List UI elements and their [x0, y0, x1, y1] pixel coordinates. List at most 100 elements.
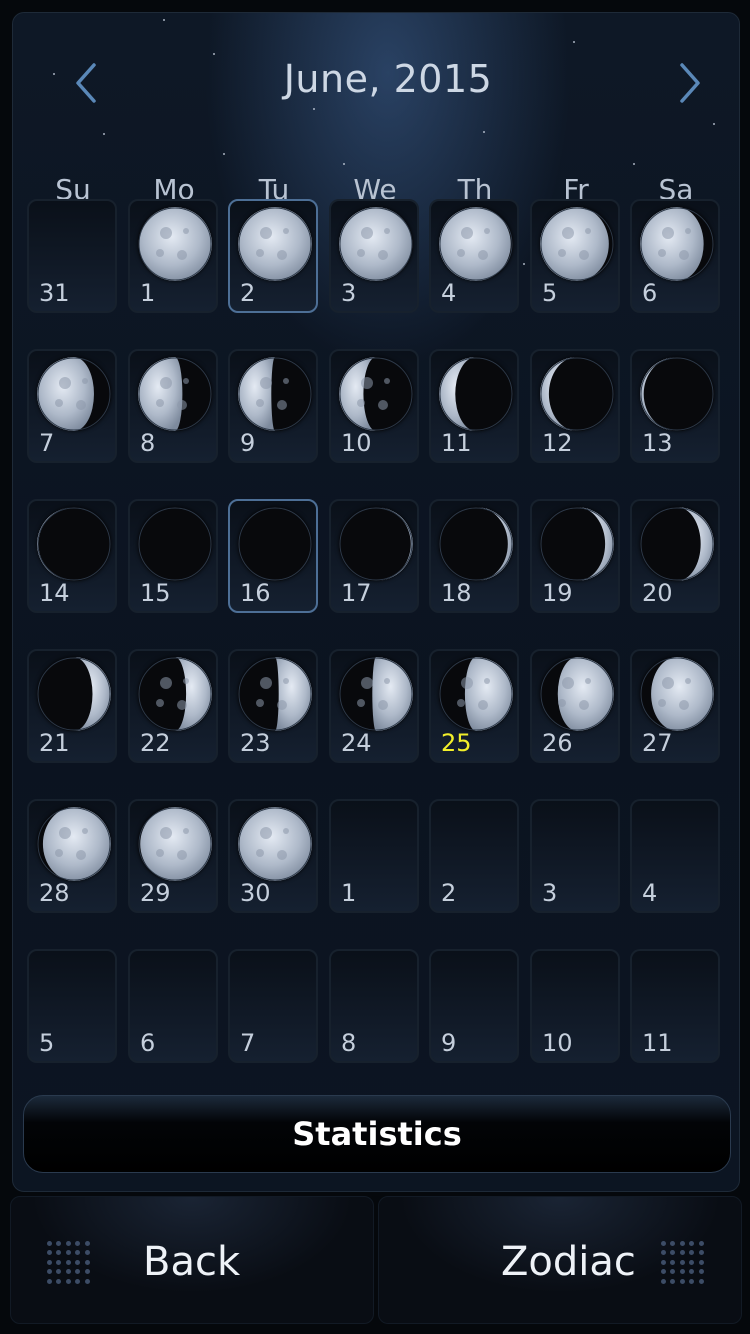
moon-phase-icon — [640, 507, 714, 581]
next-month-button[interactable] — [665, 53, 715, 113]
day-number: 21 — [39, 729, 70, 757]
zodiac-label: Zodiac — [501, 1239, 636, 1285]
day-number: 23 — [240, 729, 271, 757]
day-number: 28 — [39, 879, 70, 907]
moon-phase-icon — [238, 207, 312, 281]
moon-phase-icon — [540, 657, 614, 731]
chevron-right-icon — [680, 63, 700, 103]
day-number: 13 — [642, 429, 673, 457]
moon-phase-icon — [439, 657, 513, 731]
day-cell[interactable]: 8 — [128, 349, 218, 463]
day-number: 5 — [39, 1029, 55, 1057]
day-cell[interactable]: 10 — [329, 349, 419, 463]
day-cell[interactable]: 15 — [128, 499, 218, 613]
day-number: 7 — [240, 1029, 256, 1057]
day-number: 4 — [441, 279, 457, 307]
moon-phase-icon — [439, 207, 513, 281]
day-cell[interactable]: 24 — [329, 649, 419, 763]
day-cell[interactable]: 27 — [630, 649, 720, 763]
moon-phase-icon — [339, 657, 413, 731]
day-cell[interactable]: 6 — [128, 949, 218, 1063]
day-cell[interactable]: 6 — [630, 199, 720, 313]
day-cell[interactable]: 29 — [128, 799, 218, 913]
moon-phase-icon — [138, 657, 212, 731]
day-number: 4 — [642, 879, 658, 907]
day-cell[interactable]: 28 — [27, 799, 117, 913]
day-cell[interactable]: 4 — [630, 799, 720, 913]
day-cell[interactable]: 20 — [630, 499, 720, 613]
moon-phase-icon — [339, 207, 413, 281]
day-cell[interactable]: 16 — [228, 499, 318, 613]
moon-phase-icon — [439, 357, 513, 431]
moon-phase-icon — [540, 507, 614, 581]
day-number: 15 — [140, 579, 171, 607]
day-number: 11 — [642, 1029, 673, 1057]
moon-phase-icon — [138, 807, 212, 881]
day-number: 6 — [642, 279, 658, 307]
day-cell[interactable]: 8 — [329, 949, 419, 1063]
day-number: 25 — [441, 729, 472, 757]
day-cell[interactable]: 3 — [329, 199, 419, 313]
day-cell[interactable]: 11 — [429, 349, 519, 463]
day-cell[interactable]: 5 — [530, 199, 620, 313]
previous-month-button[interactable] — [61, 53, 111, 113]
day-cell[interactable]: 9 — [228, 349, 318, 463]
zodiac-button[interactable]: Zodiac — [378, 1196, 742, 1324]
day-cell[interactable]: 11 — [630, 949, 720, 1063]
day-cell[interactable]: 14 — [27, 499, 117, 613]
day-cell[interactable]: 18 — [429, 499, 519, 613]
day-number: 6 — [140, 1029, 156, 1057]
moon-phase-icon — [138, 357, 212, 431]
moon-phase-icon — [640, 657, 714, 731]
day-cell[interactable]: 25 — [429, 649, 519, 763]
day-cell[interactable]: 22 — [128, 649, 218, 763]
day-cell[interactable]: 1 — [128, 199, 218, 313]
calendar-panel: June, 2015 Su Mo Tu We Th Fr Sa 31 1 2 3… — [12, 12, 740, 1192]
moon-phase-icon — [640, 357, 714, 431]
day-cell[interactable]: 4 — [429, 199, 519, 313]
day-cell[interactable]: 5 — [27, 949, 117, 1063]
day-number: 18 — [441, 579, 472, 607]
day-cell[interactable]: 2 — [228, 199, 318, 313]
month-title: June, 2015 — [283, 57, 493, 101]
day-cell[interactable]: 7 — [228, 949, 318, 1063]
moon-phase-icon — [439, 507, 513, 581]
day-cell[interactable]: 26 — [530, 649, 620, 763]
moon-phase-icon — [339, 357, 413, 431]
day-cell[interactable]: 31 — [27, 199, 117, 313]
day-cell[interactable]: 21 — [27, 649, 117, 763]
day-number: 11 — [441, 429, 472, 457]
day-number: 27 — [642, 729, 673, 757]
day-number: 30 — [240, 879, 271, 907]
day-cell[interactable]: 30 — [228, 799, 318, 913]
moon-phase-icon — [238, 507, 312, 581]
day-cell[interactable]: 23 — [228, 649, 318, 763]
day-cell[interactable]: 10 — [530, 949, 620, 1063]
moon-phase-icon — [238, 357, 312, 431]
day-number: 10 — [542, 1029, 573, 1057]
day-cell[interactable]: 17 — [329, 499, 419, 613]
day-cell[interactable]: 9 — [429, 949, 519, 1063]
day-cell[interactable]: 2 — [429, 799, 519, 913]
moon-phase-icon — [238, 657, 312, 731]
day-cell[interactable]: 12 — [530, 349, 620, 463]
moon-phase-icon — [138, 207, 212, 281]
moon-phase-icon — [540, 357, 614, 431]
day-number: 9 — [441, 1029, 457, 1057]
day-number: 16 — [240, 579, 271, 607]
day-number: 31 — [39, 279, 70, 307]
day-cell[interactable]: 19 — [530, 499, 620, 613]
day-cell[interactable]: 13 — [630, 349, 720, 463]
day-cell[interactable]: 3 — [530, 799, 620, 913]
day-number: 24 — [341, 729, 372, 757]
day-cell[interactable]: 1 — [329, 799, 419, 913]
day-cell[interactable]: 7 — [27, 349, 117, 463]
day-number: 1 — [341, 879, 357, 907]
back-button[interactable]: Back — [10, 1196, 374, 1324]
day-number: 7 — [39, 429, 55, 457]
moon-phase-icon — [37, 807, 111, 881]
day-number: 2 — [441, 879, 457, 907]
statistics-button[interactable]: Statistics — [23, 1095, 731, 1173]
day-number: 14 — [39, 579, 70, 607]
day-number: 19 — [542, 579, 573, 607]
